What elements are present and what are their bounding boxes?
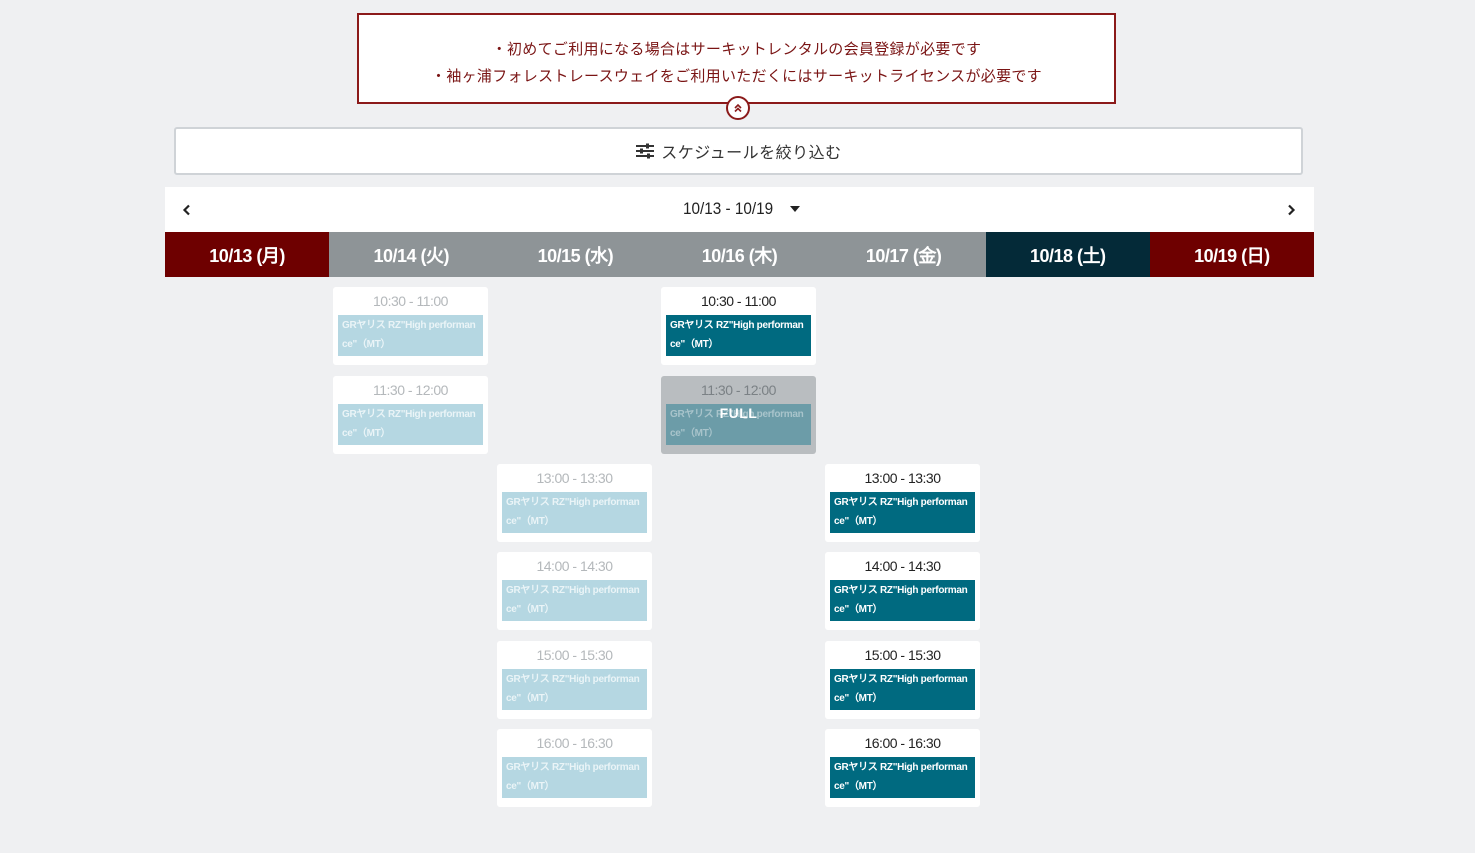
slot-time: 10:30 - 11:00 — [373, 293, 448, 309]
slot-plan: GRヤリス RZ"High performance"（MT） — [830, 757, 975, 798]
slot-time: 16:00 - 16:30 — [536, 735, 613, 751]
slot-card[interactable]: 16:00 - 16:30 GRヤリス RZ"High performance"… — [825, 729, 980, 807]
slot-plan: GRヤリス RZ"High performance"（MT） — [502, 492, 647, 533]
collapse-notice-button[interactable] — [726, 96, 750, 120]
slot-time: 15:00 - 15:30 — [536, 647, 613, 663]
slot-plan: GRヤリス RZ"High performance"（MT） — [830, 580, 975, 621]
slot-time: 11:30 - 12:00 — [701, 382, 776, 398]
slot-card[interactable]: 10:30 - 11:00 GRヤリス RZ"High performance"… — [661, 287, 816, 365]
slot-card[interactable]: 14:00 - 14:30 GRヤリス RZ"High performance"… — [497, 552, 652, 630]
slot-time: 15:00 - 15:30 — [864, 647, 941, 663]
slot-time: 10:30 - 11:00 — [701, 293, 776, 309]
slot-time: 14:00 - 14:30 — [864, 558, 941, 574]
slot-plan: GRヤリス RZ"High performance"（MT） — [502, 669, 647, 710]
filter-schedule-button[interactable]: スケジュールを絞り込む — [174, 127, 1303, 175]
slot-card[interactable]: 14:00 - 14:30 GRヤリス RZ"High performance"… — [825, 552, 980, 630]
week-range-dropdown[interactable]: 10/13 - 10/19 — [670, 199, 810, 219]
slot-card[interactable]: 16:00 - 16:30 GRヤリス RZ"High performance"… — [497, 729, 652, 807]
slot-plan: GRヤリス RZ"High performance"（MT） — [502, 580, 647, 621]
day-tab-sat[interactable]: 10/18 (土) — [985, 232, 1150, 277]
slot-plan: GRヤリス RZ"High performance"（MT） — [666, 315, 811, 356]
chevron-right-icon — [1286, 201, 1296, 220]
week-navigation: 10/13 - 10/19 — [165, 187, 1314, 232]
slot-time: 11:30 - 12:00 — [373, 382, 448, 398]
slot-card[interactable]: 13:00 - 13:30 GRヤリス RZ"High performance"… — [825, 464, 980, 542]
week-range-label: 10/13 - 10/19 — [683, 199, 774, 218]
slot-time: 14:00 - 14:30 — [536, 558, 613, 574]
notice-line-license: ・袖ヶ浦フォレストレースウェイをご利用いただくにはサーキットライセンスが必要です — [431, 67, 1042, 85]
slot-card[interactable]: 11:30 - 12:00 GRヤリス RZ"High performance"… — [333, 376, 488, 454]
day-header-row: 10/13 (月) 10/14 (火) 10/15 (水) 10/16 (木) … — [165, 232, 1314, 277]
caret-down-icon — [789, 205, 801, 213]
slot-plan: GRヤリス RZ"High performance"（MT） — [338, 404, 483, 445]
slot-plan: GRヤリス RZ"High performance"（MT） — [502, 757, 647, 798]
slot-card[interactable]: 15:00 - 15:30 GRヤリス RZ"High performance"… — [497, 641, 652, 719]
slot-time: 16:00 - 16:30 — [864, 735, 941, 751]
slot-plan: GRヤリス RZ"High performance"（MT） — [830, 669, 975, 710]
notice-line-membership: ・初めてご利用になる場合はサーキットレンタルの会員登録が必要です — [491, 40, 982, 58]
day-tab-mon[interactable]: 10/13 (月) — [165, 232, 330, 277]
slot-plan: GRヤリス RZ"High performance"（MT） — [830, 492, 975, 533]
chevron-double-up-icon — [733, 103, 743, 113]
filter-label: スケジュールを絞り込む — [661, 143, 842, 162]
full-badge: FULL — [719, 405, 758, 421]
slot-plan: GRヤリス RZ"High performance"（MT） — [338, 315, 483, 356]
chevron-left-icon — [182, 201, 192, 220]
prev-week-button[interactable] — [176, 199, 198, 221]
day-tab-wed[interactable]: 10/15 (水) — [493, 232, 658, 277]
slot-card[interactable]: 15:00 - 15:30 GRヤリス RZ"High performance"… — [825, 641, 980, 719]
slot-card[interactable]: 13:00 - 13:30 GRヤリス RZ"High performance"… — [497, 464, 652, 542]
day-tab-thu[interactable]: 10/16 (木) — [657, 232, 822, 277]
slot-card[interactable]: 10:30 - 11:00 GRヤリス RZ"High performance"… — [333, 287, 488, 365]
day-tab-tue[interactable]: 10/14 (火) — [329, 232, 494, 277]
day-tab-sun[interactable]: 10/19 (日) — [1149, 232, 1314, 277]
day-tab-fri[interactable]: 10/17 (金) — [821, 232, 986, 277]
slot-card[interactable]: 11:30 - 12:00 GRヤリス RZ"High performance"… — [661, 376, 816, 454]
notice-box: ・初めてご利用になる場合はサーキットレンタルの会員登録が必要です ・袖ヶ浦フォレ… — [357, 13, 1116, 120]
slot-time: 13:00 - 13:30 — [864, 470, 941, 486]
slot-time: 13:00 - 13:30 — [536, 470, 613, 486]
next-week-button[interactable] — [1280, 199, 1302, 221]
sliders-icon — [635, 143, 655, 159]
